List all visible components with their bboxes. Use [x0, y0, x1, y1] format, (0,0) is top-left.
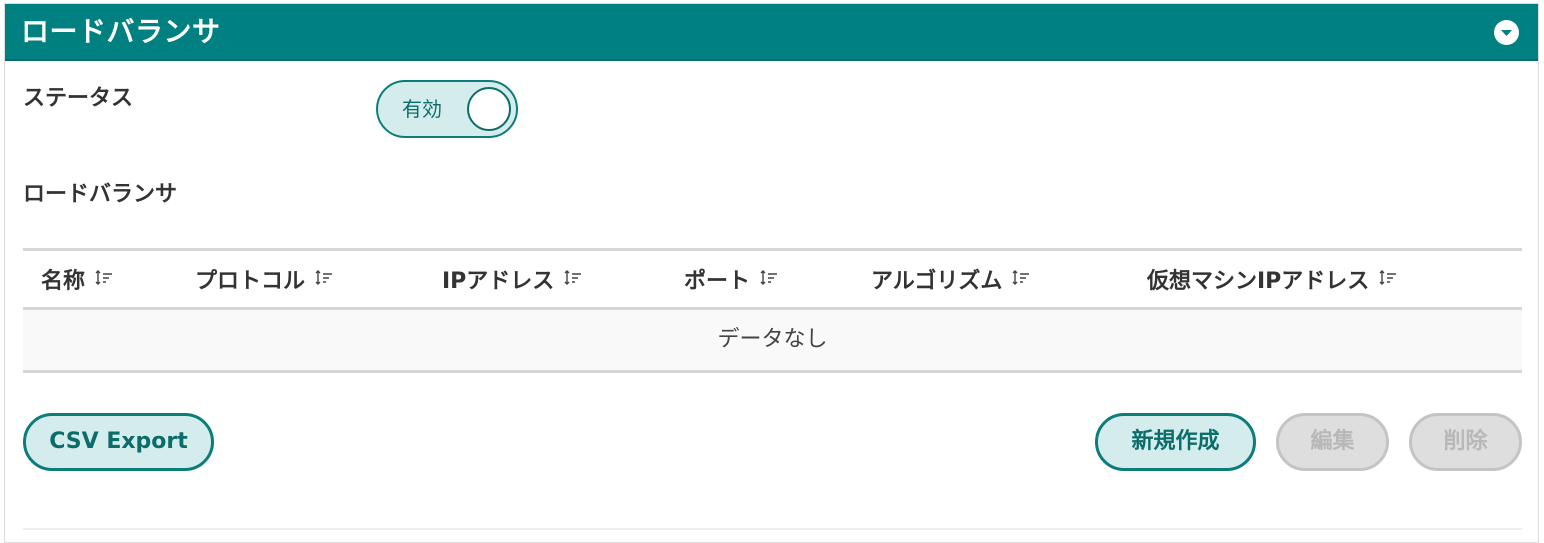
chevron-down-circle-icon: [1501, 30, 1512, 36]
edit-button[interactable]: 編集: [1276, 413, 1389, 471]
sort-icon: [760, 266, 778, 294]
panel-title: ロードバランサ: [21, 15, 221, 48]
load-balancer-panel: ロードバランサ ステータス 有効 ロードバランサ 名称 プロトコル IPアドレス…: [4, 3, 1539, 543]
column-header-ip-address[interactable]: IPアドレス: [442, 268, 582, 296]
load-balancer-table: 名称 プロトコル IPアドレス ポート アルゴリズム 仮想マシンIPアドレス デ…: [23, 248, 1522, 373]
column-header-algorithm[interactable]: アルゴリズム: [871, 268, 1030, 296]
table-empty-row: データなし: [23, 310, 1522, 373]
panel-header: ロードバランサ: [5, 4, 1538, 61]
empty-message: データなし: [717, 327, 828, 352]
status-label: ステータス: [23, 86, 134, 111]
delete-button[interactable]: 削除: [1409, 413, 1522, 471]
column-label: IPアドレス: [442, 269, 555, 294]
column-label: ポート: [684, 269, 751, 294]
sort-icon: [1379, 266, 1397, 294]
column-label: アルゴリズム: [871, 269, 1003, 294]
toggle-label: 有効: [402, 97, 442, 121]
section-label: ロードバランサ: [23, 182, 178, 207]
toggle-knob: [467, 87, 511, 131]
collapse-button[interactable]: [1494, 20, 1519, 45]
table-header-row: 名称 プロトコル IPアドレス ポート アルゴリズム 仮想マシンIPアドレス: [23, 248, 1522, 310]
column-header-vm-ip-address[interactable]: 仮想マシンIPアドレス: [1147, 268, 1397, 296]
column-header-protocol[interactable]: プロトコル: [195, 268, 333, 296]
column-header-name[interactable]: 名称: [41, 268, 113, 296]
column-header-port[interactable]: ポート: [684, 268, 778, 296]
column-label: 名称: [41, 269, 86, 294]
sort-icon: [95, 266, 113, 294]
sort-icon: [315, 266, 333, 294]
sort-icon: [1012, 266, 1030, 294]
sort-icon: [564, 266, 582, 294]
column-label: プロトコル: [195, 269, 306, 294]
csv-export-button[interactable]: CSV Export: [23, 413, 214, 471]
status-toggle[interactable]: 有効: [376, 80, 518, 138]
footer-divider: [23, 528, 1522, 530]
column-label: 仮想マシンIPアドレス: [1147, 269, 1370, 294]
create-button[interactable]: 新規作成: [1095, 413, 1256, 471]
